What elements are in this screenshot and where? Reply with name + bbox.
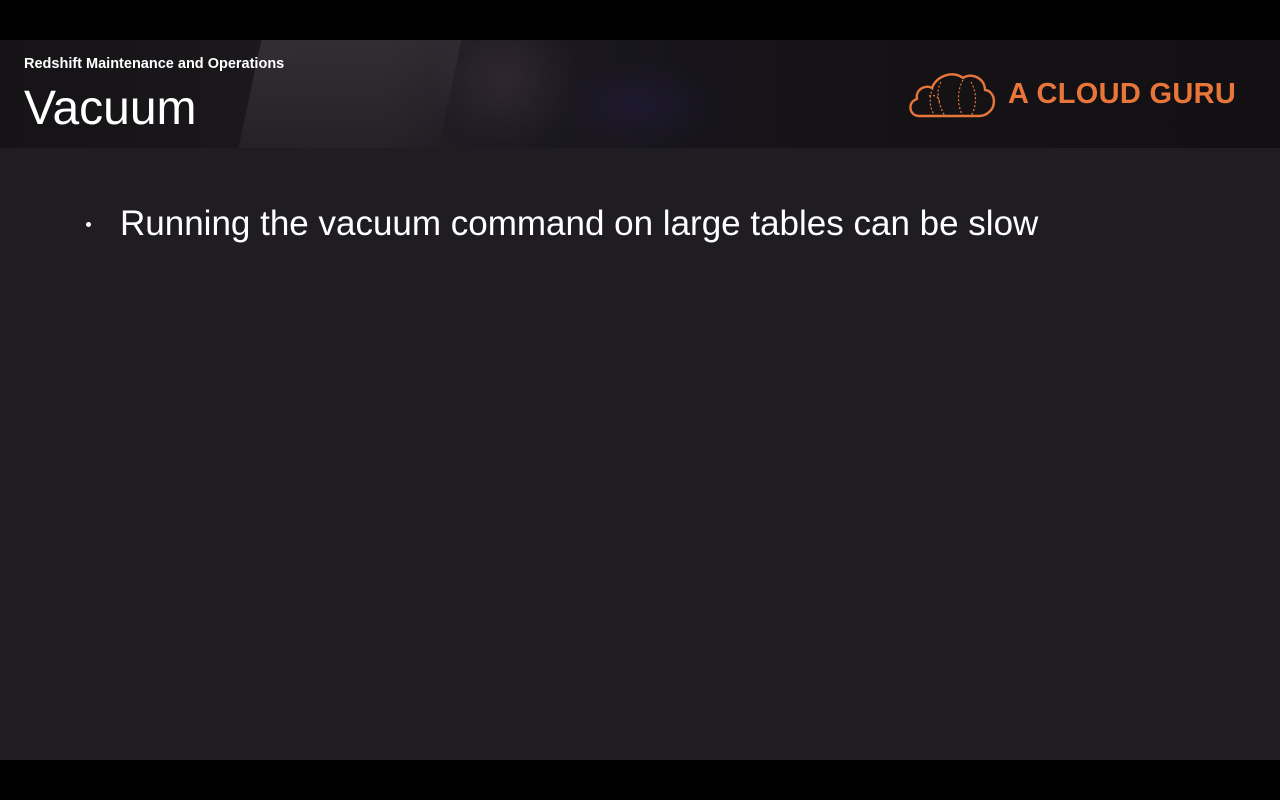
header-background-photo-shade xyxy=(430,40,580,148)
slide-subtitle: Redshift Maintenance and Operations xyxy=(24,56,285,72)
letterbox-top xyxy=(0,0,1280,40)
bullet-text: Running the vacuum command on large tabl… xyxy=(120,204,1039,243)
brand-logo-text: A CLOUD GURU xyxy=(1008,78,1237,110)
slide: Redshift Maintenance and Operations Vacu… xyxy=(0,40,1280,760)
slide-header: Redshift Maintenance and Operations Vacu… xyxy=(0,40,1280,148)
bullet-dot-icon xyxy=(86,221,91,227)
bullet-item: Running the vacuum command on large tabl… xyxy=(86,204,1038,244)
slide-content: Running the vacuum command on large tabl… xyxy=(0,148,1280,760)
letterbox-bottom xyxy=(0,760,1280,800)
header-background-photo-shade-2 xyxy=(560,60,720,148)
cloud-icon xyxy=(909,73,996,118)
slide-title: Vacuum xyxy=(24,82,197,135)
brand-logo: A CLOUD GURU xyxy=(905,66,1245,122)
